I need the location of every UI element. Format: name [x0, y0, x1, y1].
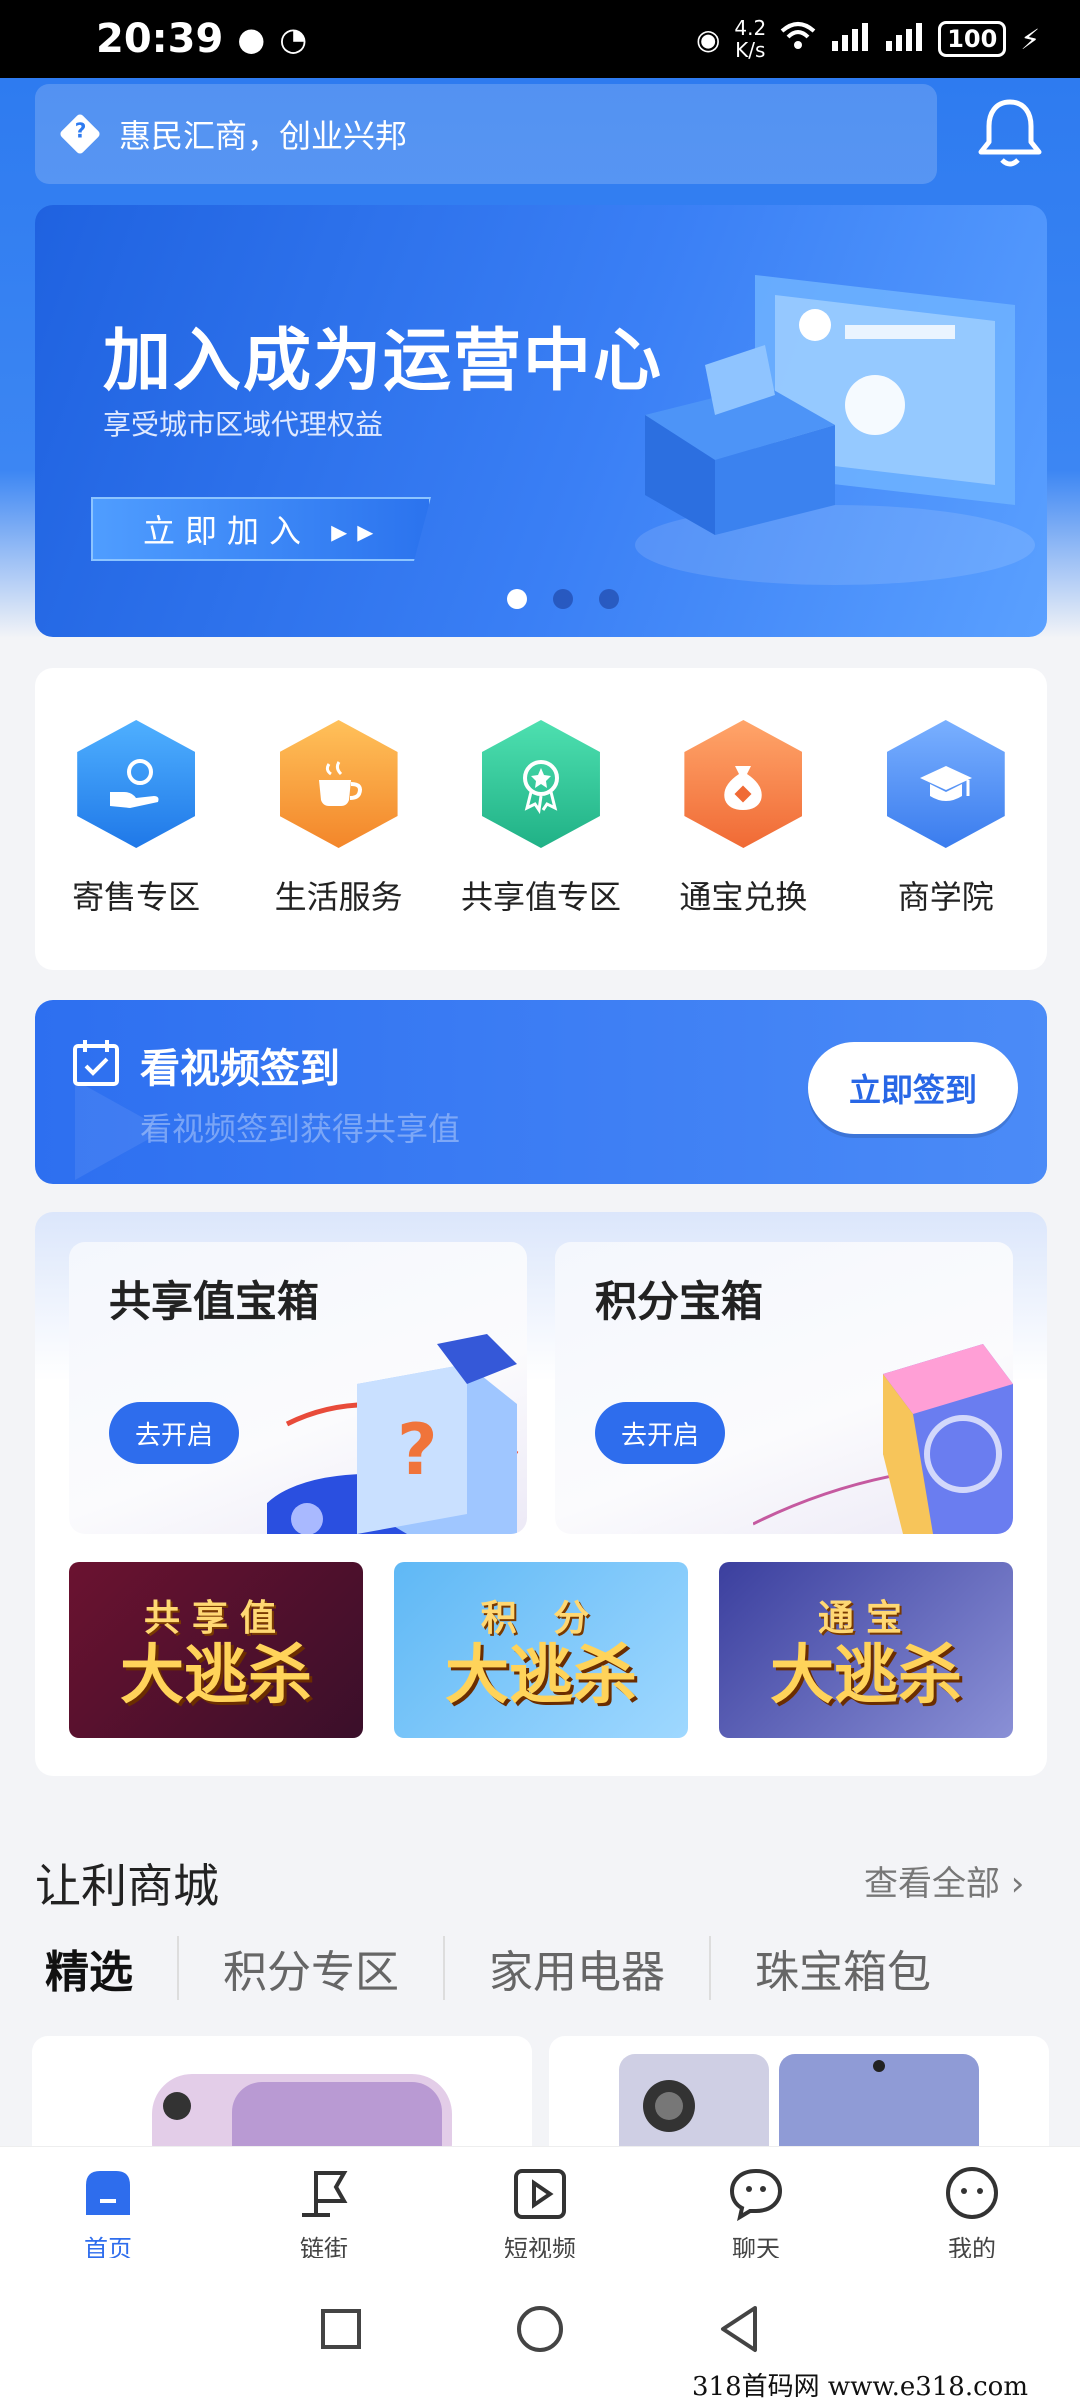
- bell-icon[interactable]: [975, 96, 1045, 170]
- flash-sale-row: 共享值 大逃杀 积 分 大逃杀 通宝 大逃杀: [69, 1562, 1013, 1740]
- mall-tabs: 精选 积分专区 家用电器 珠宝箱包: [35, 1936, 1080, 2000]
- treasure-section: 共享值宝箱 去开启 ? 积分宝箱 去开启 共享值 大逃杀 积 分 大逃杀 通宝 …: [35, 1212, 1047, 1776]
- carousel-dot[interactable]: [553, 589, 573, 609]
- tab-appliances[interactable]: 家用电器: [443, 1936, 709, 2000]
- product-card[interactable]: [32, 2036, 532, 2156]
- product-card[interactable]: [549, 2036, 1049, 2156]
- shared-value-sale-banner[interactable]: 共享值 大逃杀: [69, 1562, 363, 1738]
- hand-coin-icon: [77, 720, 196, 848]
- graduation-cap-icon: [886, 720, 1005, 848]
- home-icon: [86, 2171, 130, 2215]
- speedometer-icon: ◔: [279, 20, 308, 58]
- open-chest-button[interactable]: 去开启: [595, 1402, 725, 1464]
- network-speed: 4.2 K/s: [734, 16, 767, 62]
- mall-title: 让利商城: [35, 1859, 219, 1913]
- banner-subtitle: 享受城市区域代理权益: [103, 408, 384, 441]
- sale-big-text: 大逃杀: [770, 1639, 962, 1713]
- quick-menu-tongbao-exchange[interactable]: 通宝兑换: [643, 720, 843, 970]
- slogan-text: 惠民汇商，创业兴邦: [119, 117, 408, 155]
- tab-featured[interactable]: 精选: [35, 1936, 177, 2000]
- nav-chain-street[interactable]: 链街: [254, 2165, 394, 2264]
- quick-menu: 寄售专区 生活服务 共享值专区 通宝兑换 商学院: [35, 668, 1047, 970]
- quick-menu-label: 通宝兑换: [679, 878, 808, 916]
- calendar-check-icon: [73, 1040, 119, 1086]
- phone-product-image: [619, 2054, 979, 2156]
- battery-indicator: 100: [938, 21, 1007, 57]
- sale-top-text: 共享值: [143, 1598, 288, 1639]
- tab-jewelry-bags[interactable]: 珠宝箱包: [709, 1936, 975, 2000]
- wifi-icon: [780, 21, 816, 58]
- sale-big-text: 大逃杀: [445, 1639, 637, 1713]
- recent-apps-icon[interactable]: [317, 2305, 365, 2353]
- signal-icon-2: [884, 21, 924, 58]
- video-signin-card: 看视频签到 看视频签到获得共享值 立即签到: [35, 1000, 1047, 1184]
- profile-face-icon: [946, 2167, 998, 2219]
- watermark-text: 318首码网 www.e318.com: [692, 2372, 1028, 2400]
- charging-icon: ⚡: [1020, 22, 1040, 56]
- nav-chat[interactable]: 聊天: [686, 2165, 826, 2264]
- sale-big-text: 大逃杀: [120, 1639, 312, 1713]
- signin-button[interactable]: 立即签到: [808, 1042, 1018, 1134]
- nav-home[interactable]: 首页: [38, 2165, 178, 2264]
- message-icon: ●: [237, 20, 266, 58]
- promo-banner[interactable]: 加入成为运营中心 享受城市区域代理权益 立即加入 ▸▸: [35, 205, 1047, 637]
- tab-points[interactable]: 积分专区: [177, 1936, 443, 2000]
- sale-top-text: 积 分: [480, 1598, 602, 1639]
- join-now-button[interactable]: 立即加入 ▸▸: [91, 497, 431, 561]
- coffee-cup-icon: [279, 720, 398, 848]
- tongbao-sale-banner[interactable]: 通宝 大逃杀: [719, 1562, 1013, 1738]
- quick-menu-label: 共享值专区: [460, 878, 621, 916]
- quick-menu-shared-value[interactable]: 共享值专区: [441, 720, 641, 970]
- svg-text:?: ?: [397, 1409, 438, 1491]
- diamond-icon: ?: [58, 112, 102, 156]
- signin-title: 看视频签到: [140, 1046, 340, 1092]
- carousel-dot[interactable]: [507, 589, 527, 609]
- quick-menu-label: 生活服务: [274, 878, 403, 916]
- shared-value-chest-card[interactable]: 共享值宝箱 去开启 ?: [69, 1242, 527, 1534]
- slogan-bar[interactable]: ? 惠民汇商，创业兴邦: [35, 84, 937, 184]
- chat-bubble-icon: [729, 2168, 783, 2221]
- quick-menu-label: 寄售专区: [72, 878, 201, 916]
- home-circle-icon[interactable]: [515, 2304, 565, 2354]
- money-bag-icon: [684, 720, 803, 848]
- dashboard-illustration: [635, 275, 1035, 585]
- status-time: 20:39: [96, 16, 224, 62]
- back-triangle-icon[interactable]: [715, 2304, 763, 2354]
- quick-menu-consignment[interactable]: 寄售专区: [36, 720, 236, 970]
- chest-card-title: 积分宝箱: [595, 1277, 764, 1326]
- carousel-dots: [507, 589, 619, 609]
- signin-subtitle: 看视频签到获得共享值: [140, 1110, 461, 1148]
- sale-top-text: 通宝: [817, 1598, 914, 1639]
- open-chest-button[interactable]: 去开启: [109, 1402, 239, 1464]
- points-sale-banner[interactable]: 积 分 大逃杀: [394, 1562, 688, 1738]
- carousel-dot[interactable]: [599, 589, 619, 609]
- points-chest-card[interactable]: 积分宝箱 去开启: [555, 1242, 1013, 1534]
- award-medal-icon: [481, 720, 600, 848]
- banner-title: 加入成为运营中心: [103, 322, 664, 401]
- phone-product-image: [152, 2074, 452, 2156]
- view-all-link[interactable]: 查看全部 ›: [864, 1856, 1024, 1905]
- quick-menu-business-school[interactable]: 商学院: [846, 720, 1046, 970]
- quick-menu-life-service[interactable]: 生活服务: [239, 720, 439, 970]
- cube-illustration: [753, 1344, 1013, 1534]
- nav-mine[interactable]: 我的: [902, 2165, 1042, 2264]
- eye-icon: ◉: [695, 22, 721, 56]
- signal-icon: [830, 21, 870, 58]
- bottom-nav: 首页 链街 短视频 聊天 我的: [0, 2146, 1080, 2263]
- flag-icon: [302, 2171, 348, 2217]
- nav-short-video[interactable]: 短视频: [470, 2165, 610, 2264]
- video-play-icon: [514, 2169, 566, 2219]
- gift-box-illustration: ?: [267, 1334, 519, 1534]
- chest-card-title: 共享值宝箱: [109, 1277, 320, 1326]
- quick-menu-label: 商学院: [897, 878, 994, 916]
- status-bar: 20:39 ● ◔ ◉ 4.2 K/s 100 ⚡: [0, 0, 1080, 78]
